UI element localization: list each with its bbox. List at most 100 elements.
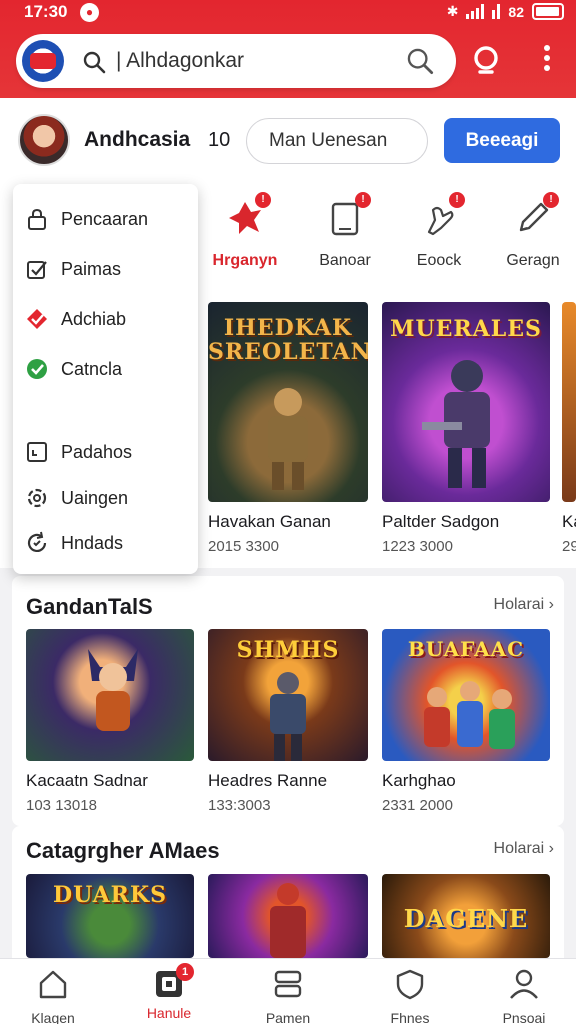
menu-item-3[interactable]: Catncla xyxy=(25,352,122,386)
menu-item-label: Pencaaran xyxy=(61,208,149,229)
game-cover: SHMHS xyxy=(208,629,368,761)
game-card[interactable]: DUARKS xyxy=(26,874,194,958)
cover-title: DUARKS xyxy=(53,882,167,908)
pen-icon: ! xyxy=(513,192,559,238)
game-cover: MUERALES xyxy=(382,302,550,502)
menu-item-5[interactable]: Uaingen xyxy=(25,481,128,515)
status-right: ✱ 82 xyxy=(447,3,564,20)
game-title: Karhghao xyxy=(382,771,456,790)
bluetooth-icon: ✱ xyxy=(446,3,459,19)
game-cover: DAGENE xyxy=(382,874,550,958)
nav-item-library[interactable]: 1 Hanule xyxy=(119,963,219,1021)
fire-icon: ! xyxy=(225,192,271,238)
featured-card[interactable]: IHEDKAK SREOLETAN Havakan Ganan 2015 330… xyxy=(208,302,368,555)
game-cover xyxy=(208,874,368,958)
hero-figure xyxy=(88,649,138,731)
status-bar: 17:30 ● ✱ 82 xyxy=(0,0,576,26)
game-title: Headres Ranne xyxy=(208,771,328,790)
section-title: Catagrgher AMaes xyxy=(26,838,220,863)
hero-figure xyxy=(268,388,308,490)
primary-action-button[interactable]: Beeeagi xyxy=(444,118,560,163)
search-bar[interactable]: | Alhdagonkar xyxy=(16,34,456,88)
section-popular: GandanTalS Holarai › Kacaatn Sadnar 103 … xyxy=(12,576,564,826)
section-link-label: Holarai xyxy=(493,840,545,857)
search-submit-icon[interactable] xyxy=(406,47,434,75)
menu-item-2[interactable]: Adchiab xyxy=(25,302,126,336)
featured-card[interactable]: Ka 29 xyxy=(562,302,576,555)
tablet-icon: ! xyxy=(325,192,371,238)
square-icon xyxy=(27,442,47,462)
profile-count: 10 xyxy=(208,129,231,151)
category-item-2[interactable]: ! Eoock xyxy=(394,192,484,270)
hero-figure xyxy=(424,681,515,749)
more-options-icon[interactable] xyxy=(536,42,558,78)
game-card[interactable]: BUAFAAC Karhghao 2331 2000 xyxy=(382,629,550,814)
cover-title: BUAFAAC xyxy=(407,637,525,661)
game-card[interactable]: SHMHS Headres Ranne 133:3003 xyxy=(208,629,368,814)
menu-item-label: Hndads xyxy=(61,532,124,553)
category-item-1[interactable]: ! Banoar xyxy=(300,192,390,270)
refresh-icon xyxy=(27,531,47,552)
library-icon: 1 xyxy=(152,963,194,1001)
category-item-0[interactable]: ! Hrganyn xyxy=(200,192,290,270)
game-title: Kacaatn Sadnar xyxy=(26,771,148,790)
cover-title: DAGENE xyxy=(403,904,529,933)
menu-item-1[interactable]: Paimas xyxy=(25,252,121,286)
hero-figure xyxy=(270,672,306,761)
app-logo-icon[interactable] xyxy=(22,40,64,82)
menu-item-label: Adchiab xyxy=(61,308,127,329)
nav-item-home[interactable]: Klagen xyxy=(3,967,103,1024)
game-cover: IHEDKAK SREOLETAN xyxy=(208,302,368,502)
category-label: Hrganyn xyxy=(212,252,278,269)
nav-item-shield[interactable]: Fhnes xyxy=(360,967,460,1024)
game-meta: 29 xyxy=(562,538,576,555)
game-meta: 103 13018 xyxy=(26,797,97,814)
category-item-3[interactable]: ! Geragn xyxy=(488,192,576,270)
nav-label: Klagen xyxy=(31,1010,75,1024)
profile-name: Andhcasia xyxy=(84,128,191,151)
cover-title: MUERALES xyxy=(390,316,542,342)
category-label: Eoock xyxy=(416,252,462,269)
menu-item-label: Uaingen xyxy=(61,487,129,508)
game-meta: 133:3003 xyxy=(208,797,271,814)
menu-item-0[interactable]: Pencaaran xyxy=(25,202,148,236)
game-card[interactable]: DAGENE xyxy=(382,874,550,958)
section-more-link[interactable]: Holarai › xyxy=(494,596,554,614)
menu-item-label: Padahos xyxy=(61,441,133,462)
menu-item-label: Catncla xyxy=(61,358,123,379)
nav-label: Pnsoai xyxy=(502,1010,546,1024)
hero-figure xyxy=(270,883,306,958)
profile-search-field[interactable]: Man Uenesan xyxy=(246,118,428,164)
check-box-icon xyxy=(27,261,47,279)
gear-icon xyxy=(27,488,47,508)
section-categories: Catagrgher AMaes Holarai › DUARKS DAGENE xyxy=(12,826,564,958)
app-header: 17:30 ● ✱ 82 | Alhdagonkar xyxy=(0,0,576,98)
game-card[interactable] xyxy=(208,874,368,958)
section-more-link[interactable]: Holarai › xyxy=(494,840,554,858)
avatar[interactable] xyxy=(18,114,70,166)
game-title: Paltder Sadgon xyxy=(382,512,500,531)
header-search-icon[interactable] xyxy=(470,44,504,78)
game-title: Havakan Ganan xyxy=(208,512,331,531)
game-card[interactable]: Kacaatn Sadnar 103 13018 xyxy=(26,629,194,814)
nav-label: Pamen xyxy=(265,1010,311,1024)
battery-percent: 82 xyxy=(508,3,524,20)
status-time: 17:30 xyxy=(24,2,68,21)
game-title: Ka xyxy=(562,512,576,531)
featured-card[interactable]: MUERALES Paltder Sadgon 1223 3000 xyxy=(382,302,550,555)
nav-item-profile[interactable]: Pnsoai xyxy=(474,967,574,1024)
menu-item-4[interactable]: Padahos xyxy=(25,435,132,469)
category-label: Banoar xyxy=(319,252,371,269)
menu-item-6[interactable]: Hndads xyxy=(25,526,123,560)
game-meta: 2015 3300 xyxy=(208,538,279,555)
wifi-signal-icon xyxy=(492,4,501,19)
nav-item-stack[interactable]: Pamen xyxy=(238,967,338,1024)
home-icon xyxy=(39,970,67,999)
nav-label: Fhnes xyxy=(390,1010,430,1024)
profile-row: Andhcasia 10 Man Uenesan Beeeagi xyxy=(0,98,576,184)
cover-title: SHMHS xyxy=(236,637,340,663)
green-check-icon xyxy=(27,359,47,379)
search-input[interactable]: | Alhdagonkar xyxy=(116,49,244,73)
chevron-right-icon: › xyxy=(548,840,554,857)
game-meta: 1223 3000 xyxy=(382,538,453,555)
